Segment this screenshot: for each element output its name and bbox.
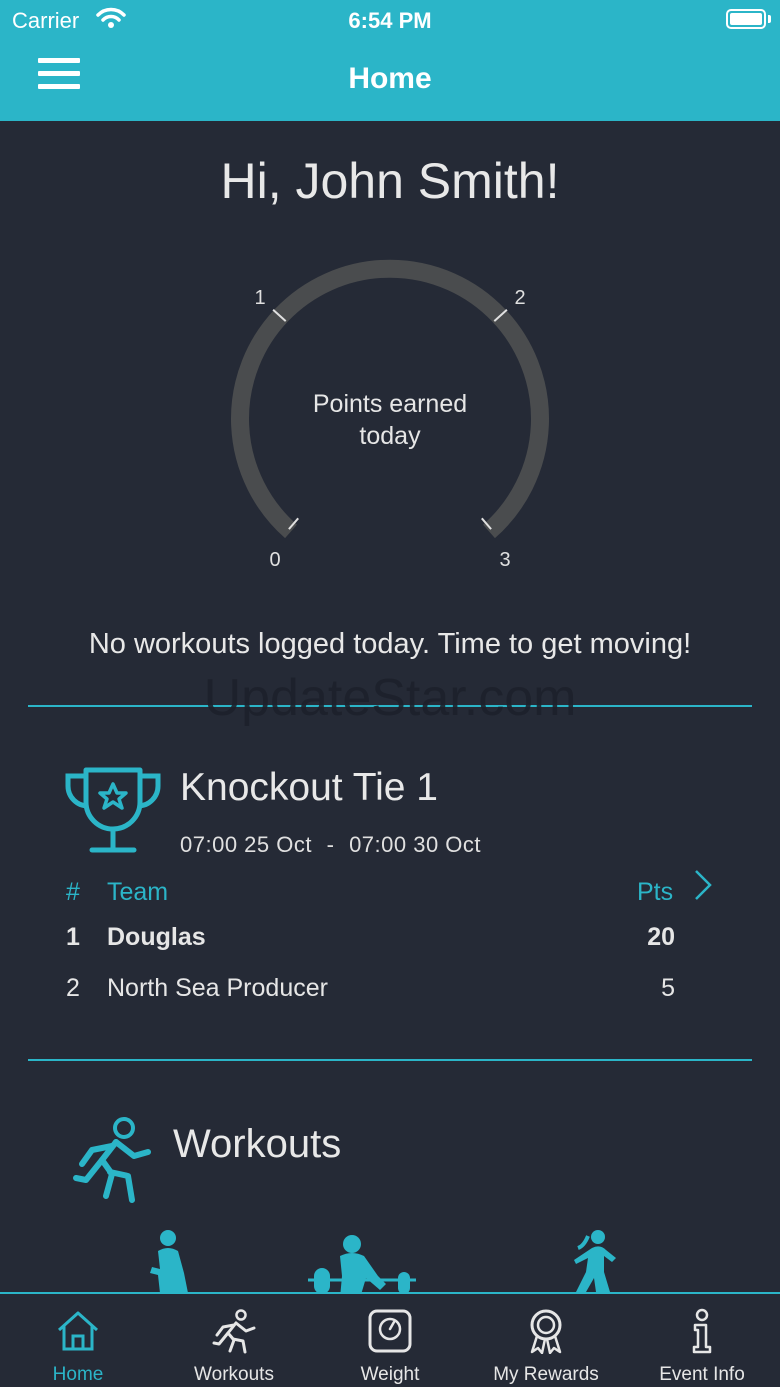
tab-weight[interactable]: Weight	[312, 1294, 468, 1387]
gauge-tick-label-2: 2	[514, 287, 525, 309]
trophy-icon[interactable]	[62, 764, 164, 856]
greeting-heading: Hi, John Smith!	[220, 153, 560, 209]
leaderboard-row-rank: 1	[66, 923, 80, 951]
leaderboard-header-rank: #	[66, 878, 80, 906]
runner-woman-figure	[574, 1230, 616, 1292]
leaderboard-row-rank: 2	[66, 974, 80, 1002]
tab-label: Home	[52, 1364, 104, 1385]
competition-end: 07:00 30 Oct	[349, 832, 482, 857]
running-person-icon	[73, 1117, 151, 1203]
tab-bar: Home Workouts Weight My Rewards Event In…	[0, 1292, 780, 1387]
tab-home[interactable]: Home	[0, 1294, 156, 1387]
workouts-title[interactable]: Workouts	[173, 1122, 341, 1167]
divider	[28, 1059, 752, 1061]
nav-bar: Home	[0, 40, 780, 121]
tab-workouts[interactable]: Workouts	[156, 1294, 312, 1387]
gauge-tick-label-1: 1	[254, 287, 265, 309]
sitting-person-figure	[150, 1230, 188, 1293]
tab-label: Event Info	[659, 1364, 745, 1385]
gauge-tick-label-3: 3	[499, 549, 510, 571]
leaderboard-row-points: 5	[661, 974, 675, 1002]
watermark: UpdateStar.com	[203, 669, 577, 727]
weightlifter-figure	[308, 1235, 416, 1298]
competition-start: 07:00 25 Oct	[180, 832, 312, 857]
tab-label: Weight	[360, 1364, 420, 1385]
status-time: 6:54 PM	[348, 8, 432, 33]
tab-event-info[interactable]: Event Info	[624, 1294, 780, 1387]
home-icon	[57, 1311, 99, 1351]
battery-nub	[768, 15, 771, 23]
tab-my-rewards[interactable]: My Rewards	[468, 1294, 624, 1387]
date-separator: -	[326, 832, 335, 857]
battery-icon	[726, 9, 766, 29]
tab-label: My Rewards	[493, 1364, 599, 1385]
leaderboard-row-team[interactable]: Douglas	[107, 923, 206, 952]
leaderboard-header-team: Team	[107, 878, 169, 906]
leaderboard-row-team[interactable]: North Sea Producer	[107, 974, 328, 1003]
gauge-tick-label-0: 0	[269, 549, 280, 571]
competition-dates: 07:00 25 Oct - 07:00 30 Oct	[180, 832, 481, 858]
page-title: Home	[348, 62, 432, 95]
leaderboard-row-points: 20	[647, 923, 675, 951]
competition-title[interactable]: Knockout Tie 1	[180, 766, 438, 810]
status-bar: Carrier 6:54 PM	[0, 0, 780, 40]
info-icon	[692, 1308, 712, 1354]
no-workouts-message: No workouts logged today. Time to get mo…	[88, 628, 692, 660]
tab-label: Workouts	[194, 1364, 274, 1385]
chevron-right-icon[interactable]	[690, 868, 718, 902]
running-icon	[212, 1309, 256, 1354]
leaderboard-header-points: Pts	[637, 878, 674, 906]
gauge-label: Points earned today	[312, 390, 468, 450]
award-ribbon-icon	[530, 1309, 562, 1354]
scale-icon	[368, 1309, 412, 1353]
